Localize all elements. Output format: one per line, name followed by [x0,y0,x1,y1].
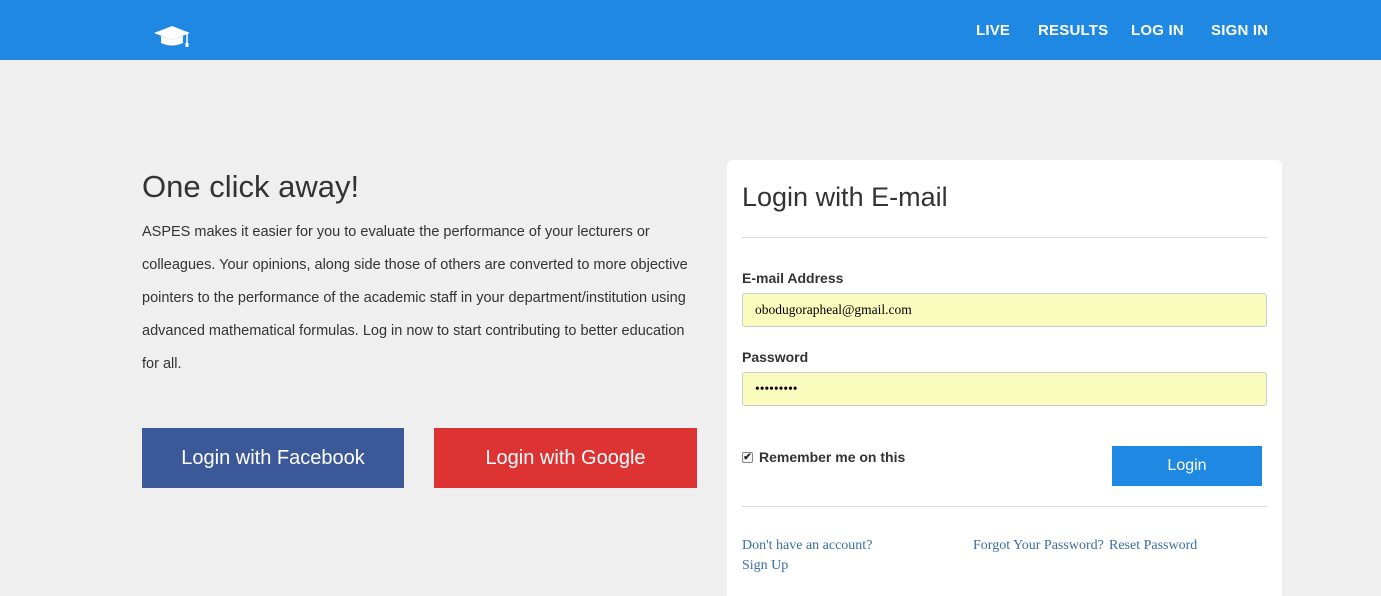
email-label: E-mail Address [742,270,844,286]
nav-live-link[interactable]: LIVE [976,22,1010,39]
graduation-cap-icon[interactable] [152,24,192,50]
panel-divider-bottom [742,506,1267,507]
signup-prompt-link[interactable]: Don't have an account? [742,536,872,556]
forgot-password-link[interactable]: Forgot Your Password? [973,536,1104,556]
remember-me-row: ✔ Remember me on this [742,449,905,465]
intro-description: ASPES makes it easier for you to evaluat… [142,224,688,372]
nav-results-link[interactable]: RESULTS [1038,22,1108,39]
nav-login-link[interactable]: LOG IN [1131,22,1184,39]
remember-me-checkbox[interactable]: ✔ [742,451,753,463]
password-label: Password [742,349,809,365]
intro-title: One click away! [142,169,360,204]
email-login-panel: Login with E-mail E-mail Address Passwor… [727,160,1282,596]
login-facebook-button[interactable]: Login with Facebook [142,428,404,488]
login-panel-title: Login with E-mail [742,182,948,212]
reset-password-link[interactable]: Reset Password [1109,536,1197,556]
nav-signin-link[interactable]: SIGN IN [1211,22,1268,39]
login-submit-button[interactable]: Login [1112,446,1262,486]
top-navbar: LIVE RESULTS LOG IN SIGN IN [0,0,1381,60]
panel-divider-top [742,237,1267,238]
login-google-button[interactable]: Login with Google [434,428,697,488]
remember-me-label: Remember me on this [759,449,906,465]
email-field[interactable] [742,293,1267,327]
password-field[interactable] [742,372,1267,406]
signup-link[interactable]: Sign Up [742,556,788,576]
intro-section: One click away! ASPES makes it easier fo… [142,168,702,381]
